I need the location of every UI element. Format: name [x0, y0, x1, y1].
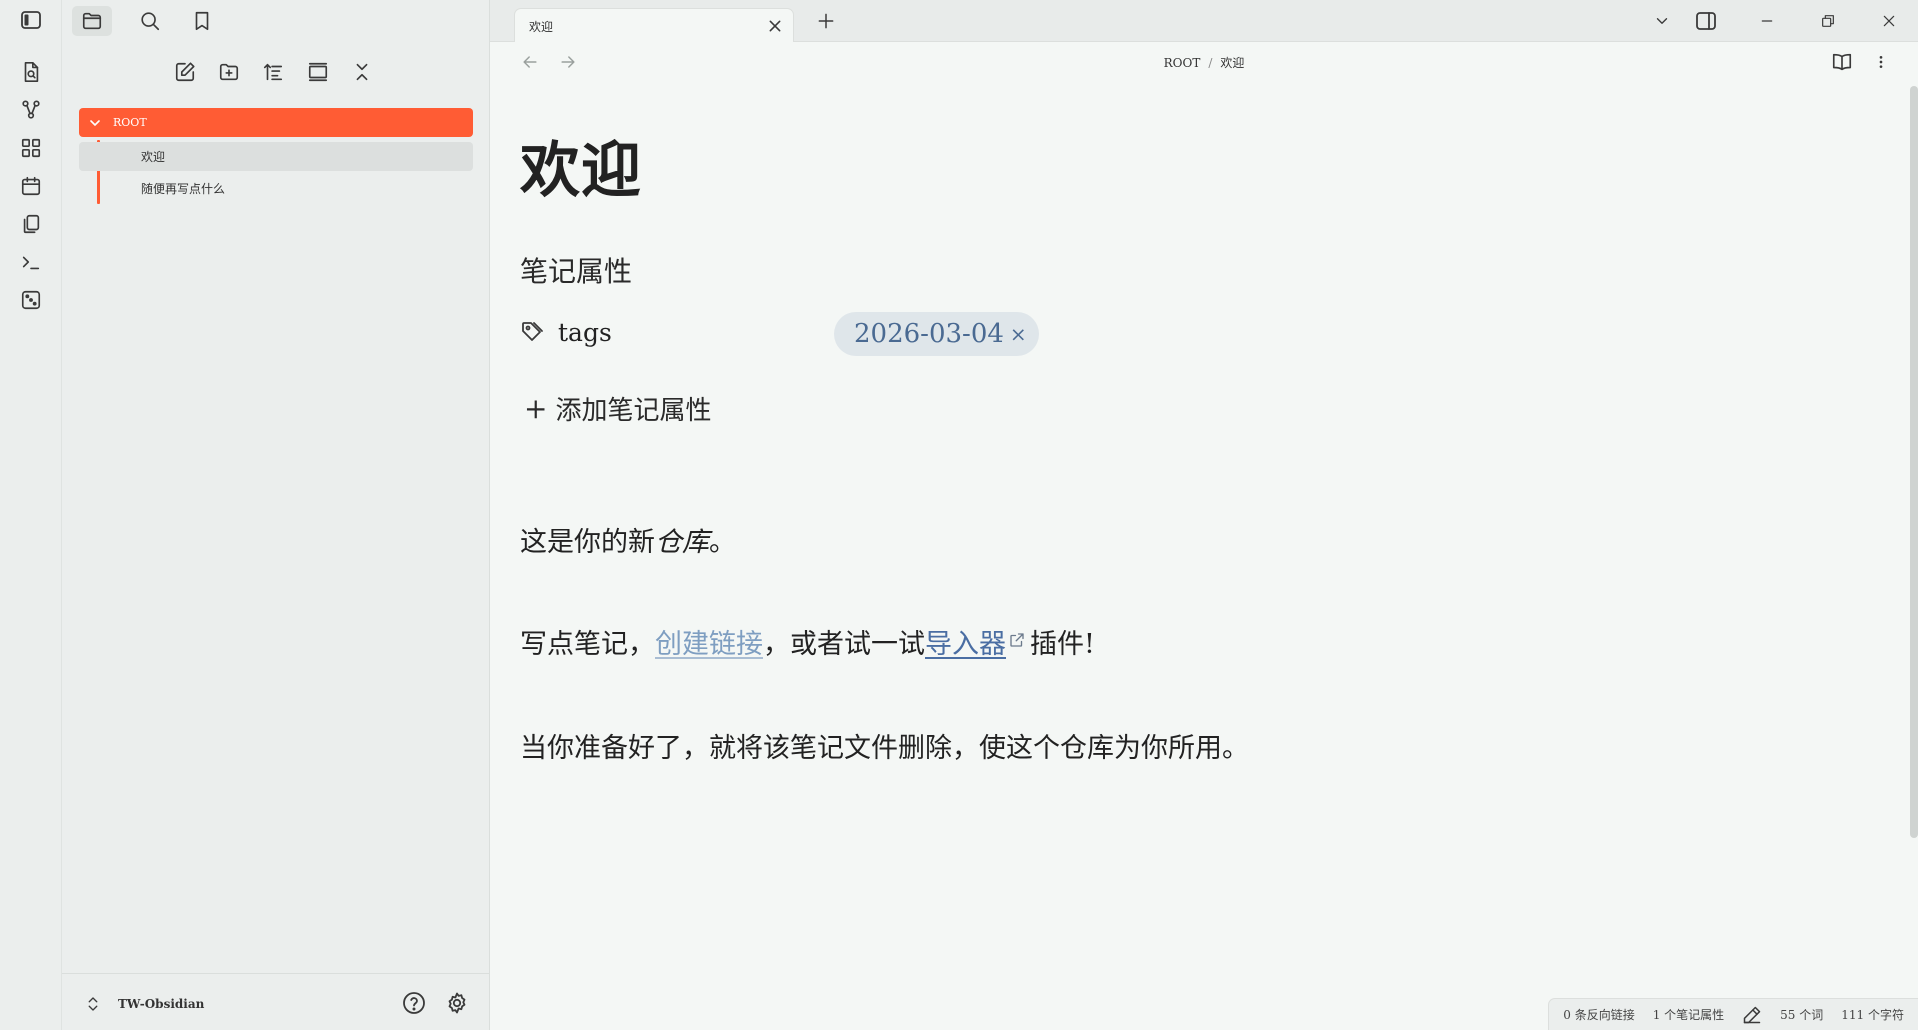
more-options-icon[interactable]: [1873, 51, 1889, 73]
vault-switch-icon[interactable]: [84, 994, 102, 1014]
tree-folder-root[interactable]: ROOT: [79, 108, 473, 137]
remove-tag-icon[interactable]: ×: [1010, 322, 1027, 346]
property-key[interactable]: tags: [558, 318, 612, 347]
sort-icon[interactable]: [257, 56, 289, 88]
chevron-down-icon: [90, 119, 100, 126]
left-ribbon: [0, 0, 62, 1030]
tab-list-chevron-icon[interactable]: [1648, 8, 1676, 34]
paragraph-intro: 这是你的新仓库。: [520, 520, 736, 559]
search-icon[interactable]: [130, 6, 170, 36]
random-note-icon[interactable]: [17, 286, 45, 314]
toggle-sidebar-icon[interactable]: [17, 6, 45, 34]
plus-icon: +: [524, 392, 548, 425]
files-tab-icon[interactable]: [72, 6, 112, 36]
tree-item-other-note[interactable]: 随便再写点什么: [79, 174, 473, 203]
add-property-button[interactable]: + 添加笔记属性: [524, 390, 711, 427]
minimize-icon[interactable]: [1753, 8, 1781, 34]
file-explorer-sidebar: ROOT 欢迎 随便再写点什么 TW-Obsidian: [62, 0, 490, 1030]
status-properties[interactable]: 1 个笔记属性: [1653, 1006, 1724, 1023]
tab-bar: 欢迎: [490, 0, 1918, 42]
toggle-right-sidebar-icon[interactable]: [1692, 8, 1720, 34]
status-backlinks[interactable]: 0 条反向链接: [1563, 1006, 1634, 1023]
breadcrumb: ROOT / 欢迎: [490, 54, 1918, 71]
paragraph-text: 这是你的新: [520, 527, 655, 558]
canvas-icon[interactable]: [17, 134, 45, 162]
paragraph-outro: 当你准备好了，就将该笔记文件删除，使这个仓库为你所用。: [520, 733, 1249, 764]
command-palette-icon[interactable]: [17, 248, 45, 276]
scrollbar[interactable]: [1910, 86, 1918, 838]
property-row-tags: tags 2026-03-04 ×: [520, 312, 1220, 358]
new-note-icon[interactable]: [169, 56, 201, 88]
paragraph-text: ，或者试一试: [763, 629, 925, 660]
internal-link-create-link[interactable]: 创建链接: [655, 629, 763, 660]
vault-switcher-bar: TW-Obsidian: [62, 973, 490, 1030]
tree-item-label: 欢迎: [141, 150, 166, 164]
tags-icon[interactable]: [520, 320, 544, 344]
restore-icon[interactable]: [1814, 8, 1842, 34]
auto-reveal-icon[interactable]: [302, 56, 334, 88]
tree-folder-label: ROOT: [113, 116, 147, 129]
settings-gear-icon[interactable]: [445, 991, 469, 1015]
paragraph-links: 写点笔记，创建链接，或者试一试导入器 插件!: [520, 622, 1095, 661]
bookmarks-icon[interactable]: [182, 6, 222, 36]
add-property-label: 添加笔记属性: [555, 396, 712, 426]
edit-mode-pencil-icon[interactable]: [1742, 1005, 1762, 1025]
reading-view-book-icon[interactable]: [1830, 51, 1854, 73]
tag-pill[interactable]: 2026-03-04 ×: [834, 312, 1039, 356]
italic-text: 仓库: [655, 527, 709, 558]
paragraph-text: 写点笔记，: [520, 629, 655, 660]
external-link-icon: [1008, 631, 1026, 649]
breadcrumb-separator: /: [1208, 56, 1213, 70]
tree-item-label: 随便再写点什么: [141, 182, 226, 196]
editor-pane: 欢迎 ROOT / 欢迎 欢迎 笔记属性 tags 2026-03-04 × +…: [490, 0, 1918, 1030]
properties-heading[interactable]: 笔记属性: [520, 250, 632, 290]
help-icon[interactable]: [402, 991, 426, 1015]
tree-item-welcome[interactable]: 欢迎: [79, 142, 473, 171]
templates-icon[interactable]: [17, 210, 45, 238]
paragraph-text: 插件!: [1030, 629, 1095, 660]
breadcrumb-folder[interactable]: ROOT: [1164, 56, 1201, 70]
note-title[interactable]: 欢迎: [520, 122, 642, 209]
new-folder-icon[interactable]: [213, 56, 245, 88]
tab-welcome[interactable]: 欢迎: [514, 8, 794, 42]
breadcrumb-note[interactable]: 欢迎: [1220, 56, 1244, 70]
graph-view-icon[interactable]: [17, 96, 45, 124]
tag-value: 2026-03-04: [854, 319, 1004, 349]
close-tab-icon[interactable]: [767, 18, 783, 34]
vault-name[interactable]: TW-Obsidian: [118, 997, 204, 1011]
view-header: ROOT / 欢迎: [490, 44, 1918, 80]
status-char-count: 111 个字符: [1841, 1008, 1904, 1022]
close-window-icon[interactable]: [1875, 8, 1903, 34]
calendar-icon[interactable]: [17, 172, 45, 200]
switcher-icon[interactable]: [17, 58, 45, 86]
paragraph-text: 。: [709, 527, 736, 558]
tab-title: 欢迎: [529, 20, 554, 34]
new-tab-icon[interactable]: [816, 11, 836, 31]
status-bar: 0 条反向链接 1 个笔记属性 55 个词 111 个字符: [1548, 998, 1918, 1030]
status-word-count: 55 个词: [1780, 1008, 1824, 1022]
external-link-importer[interactable]: 导入器: [925, 629, 1006, 660]
collapse-all-icon[interactable]: [346, 56, 378, 88]
